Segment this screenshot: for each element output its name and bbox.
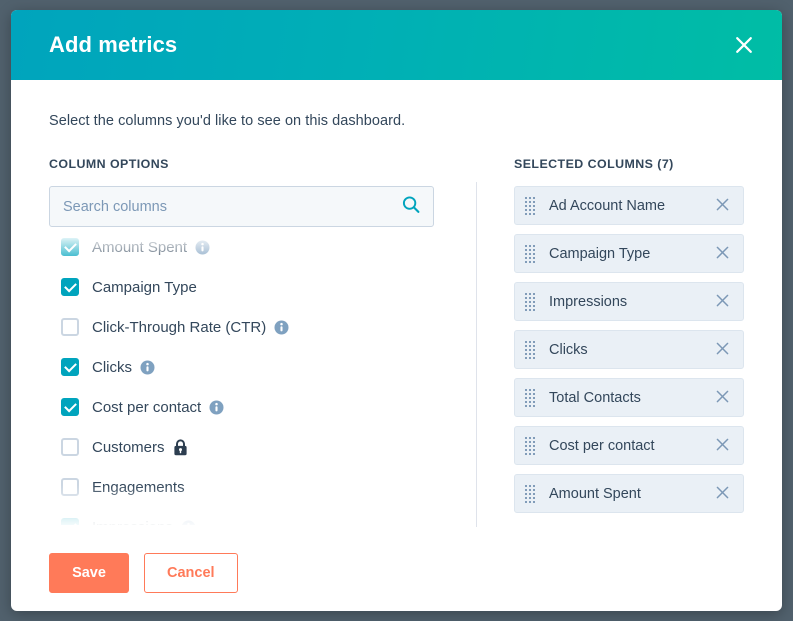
column-option-row[interactable]: Customers: [49, 427, 449, 467]
selected-column-label: Cost per contact: [549, 437, 655, 454]
drag-handle-icon[interactable]: [525, 340, 535, 359]
column-option-row[interactable]: Campaign Type: [49, 267, 449, 307]
remove-column-button[interactable]: [713, 485, 731, 503]
remove-column-button[interactable]: [713, 341, 731, 359]
drag-handle-icon[interactable]: [525, 484, 535, 503]
selected-column-chip[interactable]: Ad Account Name: [514, 186, 744, 225]
selected-column-label: Impressions: [549, 293, 628, 310]
drag-handle-icon[interactable]: [525, 436, 535, 455]
column-options-panel: COLUMN OPTIONS Amount Spent Campaign Type…: [49, 157, 476, 525]
info-icon[interactable]: [274, 320, 289, 335]
info-icon[interactable]: [195, 240, 210, 255]
modal-header: Add metrics: [11, 10, 782, 80]
drag-handle-icon[interactable]: [525, 244, 535, 263]
selected-columns-heading: SELECTED COLUMNS (7): [514, 157, 674, 171]
search-columns-field: [49, 186, 434, 227]
page-title: Add metrics: [49, 32, 178, 57]
column-option-label: Impressions: [92, 519, 173, 526]
remove-column-button[interactable]: [713, 293, 731, 311]
selected-columns-list: Ad Account Name Campaign Type Impressions C…: [514, 186, 744, 513]
column-option-checkbox[interactable]: [61, 398, 79, 416]
selected-column-chip[interactable]: Clicks: [514, 330, 744, 369]
close-icon: [716, 438, 729, 454]
modal-subtitle: Select the columns you'd like to see on …: [49, 113, 406, 129]
modal-footer: Save Cancel: [11, 525, 782, 611]
remove-column-button[interactable]: [713, 245, 731, 263]
close-icon: [716, 342, 729, 358]
column-option-label: Cost per contact: [92, 398, 202, 416]
close-button[interactable]: [729, 30, 759, 60]
column-options-list: Amount Spent Campaign Type Click-Through R…: [49, 235, 449, 525]
close-icon: [734, 35, 754, 55]
selected-column-label: Total Contacts: [549, 389, 641, 406]
close-icon: [716, 390, 729, 406]
column-option-label: Amount Spent: [92, 238, 188, 256]
selected-column-label: Campaign Type: [549, 245, 651, 262]
panel-divider: [476, 182, 477, 527]
close-icon: [716, 246, 729, 262]
panels-container: COLUMN OPTIONS Amount Spent Campaign Type…: [49, 157, 744, 527]
remove-column-button[interactable]: [713, 437, 731, 455]
lock-icon: [173, 438, 188, 456]
column-option-checkbox[interactable]: [61, 238, 79, 256]
selected-column-label: Clicks: [549, 341, 588, 358]
selected-column-label: Amount Spent: [549, 485, 641, 502]
column-option-label: Engagements: [92, 478, 185, 496]
drag-handle-icon[interactable]: [525, 388, 535, 407]
remove-column-button[interactable]: [713, 389, 731, 407]
selected-column-chip[interactable]: Amount Spent: [514, 474, 744, 513]
column-option-row[interactable]: Click-Through Rate (CTR): [49, 307, 449, 347]
close-icon: [716, 486, 729, 502]
info-icon[interactable]: [181, 520, 196, 525]
column-option-checkbox[interactable]: [61, 438, 79, 456]
close-icon: [716, 294, 729, 310]
column-option-row[interactable]: Cost per contact: [49, 387, 449, 427]
remove-column-button[interactable]: [713, 197, 731, 215]
save-button[interactable]: Save: [49, 553, 129, 593]
column-option-row[interactable]: Clicks: [49, 347, 449, 387]
column-option-label: Campaign Type: [92, 278, 197, 296]
column-option-label: Click-Through Rate (CTR): [92, 318, 267, 336]
column-option-label: Clicks: [92, 358, 132, 376]
selected-column-label: Ad Account Name: [549, 197, 666, 214]
info-icon[interactable]: [140, 360, 155, 375]
column-option-checkbox[interactable]: [61, 518, 79, 525]
column-option-checkbox[interactable]: [61, 318, 79, 336]
selected-column-chip[interactable]: Cost per contact: [514, 426, 744, 465]
search-input[interactable]: [49, 186, 434, 227]
drag-handle-icon[interactable]: [525, 292, 535, 311]
selected-column-chip[interactable]: Impressions: [514, 282, 744, 321]
selected-columns-panel: SELECTED COLUMNS (7) Ad Account Name Camp…: [476, 157, 744, 525]
column-options-heading: COLUMN OPTIONS: [49, 157, 169, 171]
column-option-row[interactable]: Amount Spent: [49, 235, 449, 267]
column-option-checkbox[interactable]: [61, 278, 79, 296]
drag-handle-icon[interactable]: [525, 196, 535, 215]
column-option-row[interactable]: Impressions: [49, 507, 449, 525]
column-option-checkbox[interactable]: [61, 358, 79, 376]
cancel-button[interactable]: Cancel: [144, 553, 238, 593]
selected-column-chip[interactable]: Total Contacts: [514, 378, 744, 417]
close-icon: [716, 198, 729, 214]
column-option-label: Customers: [92, 438, 165, 456]
column-options-scroll-area[interactable]: Amount Spent Campaign Type Click-Through R…: [49, 235, 449, 525]
modal-body: Select the columns you'd like to see on …: [11, 80, 782, 527]
column-option-checkbox[interactable]: [61, 478, 79, 496]
selected-column-chip[interactable]: Campaign Type: [514, 234, 744, 273]
add-metrics-modal: Add metrics Select the columns you'd lik…: [11, 10, 782, 611]
info-icon[interactable]: [209, 400, 224, 415]
column-option-row[interactable]: Engagements: [49, 467, 449, 507]
